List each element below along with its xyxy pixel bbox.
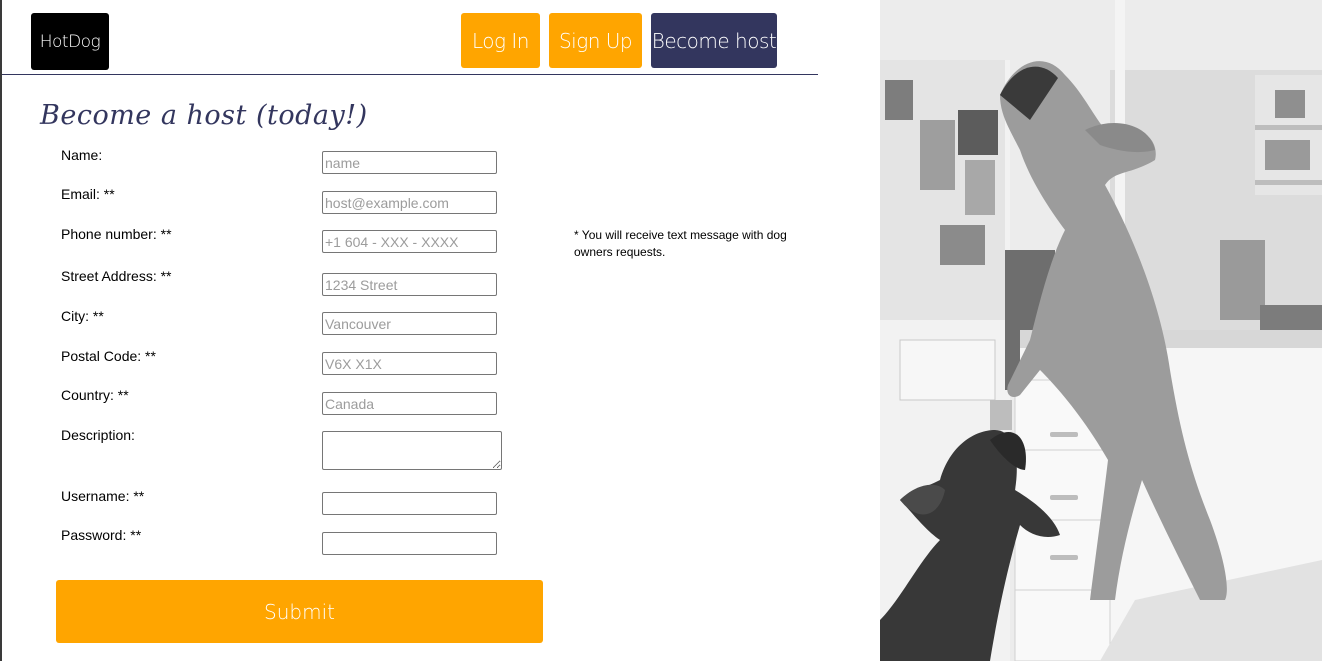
street-label: Street Address: ** (61, 268, 172, 284)
postal-code-input[interactable] (322, 352, 497, 375)
become-host-button[interactable]: Become host (651, 13, 777, 68)
description-textarea[interactable] (322, 431, 502, 470)
page-title: Become a host (today!) (40, 100, 368, 131)
password-input[interactable] (322, 532, 497, 555)
signup-button[interactable]: Sign Up (549, 13, 642, 68)
phone-input[interactable] (322, 230, 497, 253)
city-label: City: ** (61, 308, 104, 324)
left-edge-bar (0, 0, 2, 661)
username-input[interactable] (322, 492, 497, 515)
country-input[interactable] (322, 392, 497, 415)
username-label: Username: ** (61, 488, 145, 504)
postal-code-label: Postal Code: ** (61, 348, 156, 364)
city-input[interactable] (322, 312, 497, 335)
logo[interactable]: HotDog (31, 13, 109, 70)
name-label: Name: (61, 147, 103, 163)
email-input[interactable] (322, 191, 497, 214)
phone-notice: * You will receive text message with dog… (574, 228, 787, 259)
email-label: Email: ** (61, 186, 115, 202)
name-input[interactable] (322, 151, 497, 174)
header-divider (2, 74, 818, 75)
phone-label: Phone number: ** (61, 226, 172, 242)
street-input[interactable] (322, 273, 497, 296)
photo-illustration (880, 0, 1322, 661)
country-label: Country: ** (61, 387, 129, 403)
login-button[interactable]: Log In (461, 13, 540, 68)
password-label: Password: ** (61, 527, 142, 543)
dogs-in-kitchen-photo (880, 0, 1322, 661)
submit-button[interactable]: Submit (56, 580, 543, 643)
description-label: Description: (61, 427, 135, 443)
